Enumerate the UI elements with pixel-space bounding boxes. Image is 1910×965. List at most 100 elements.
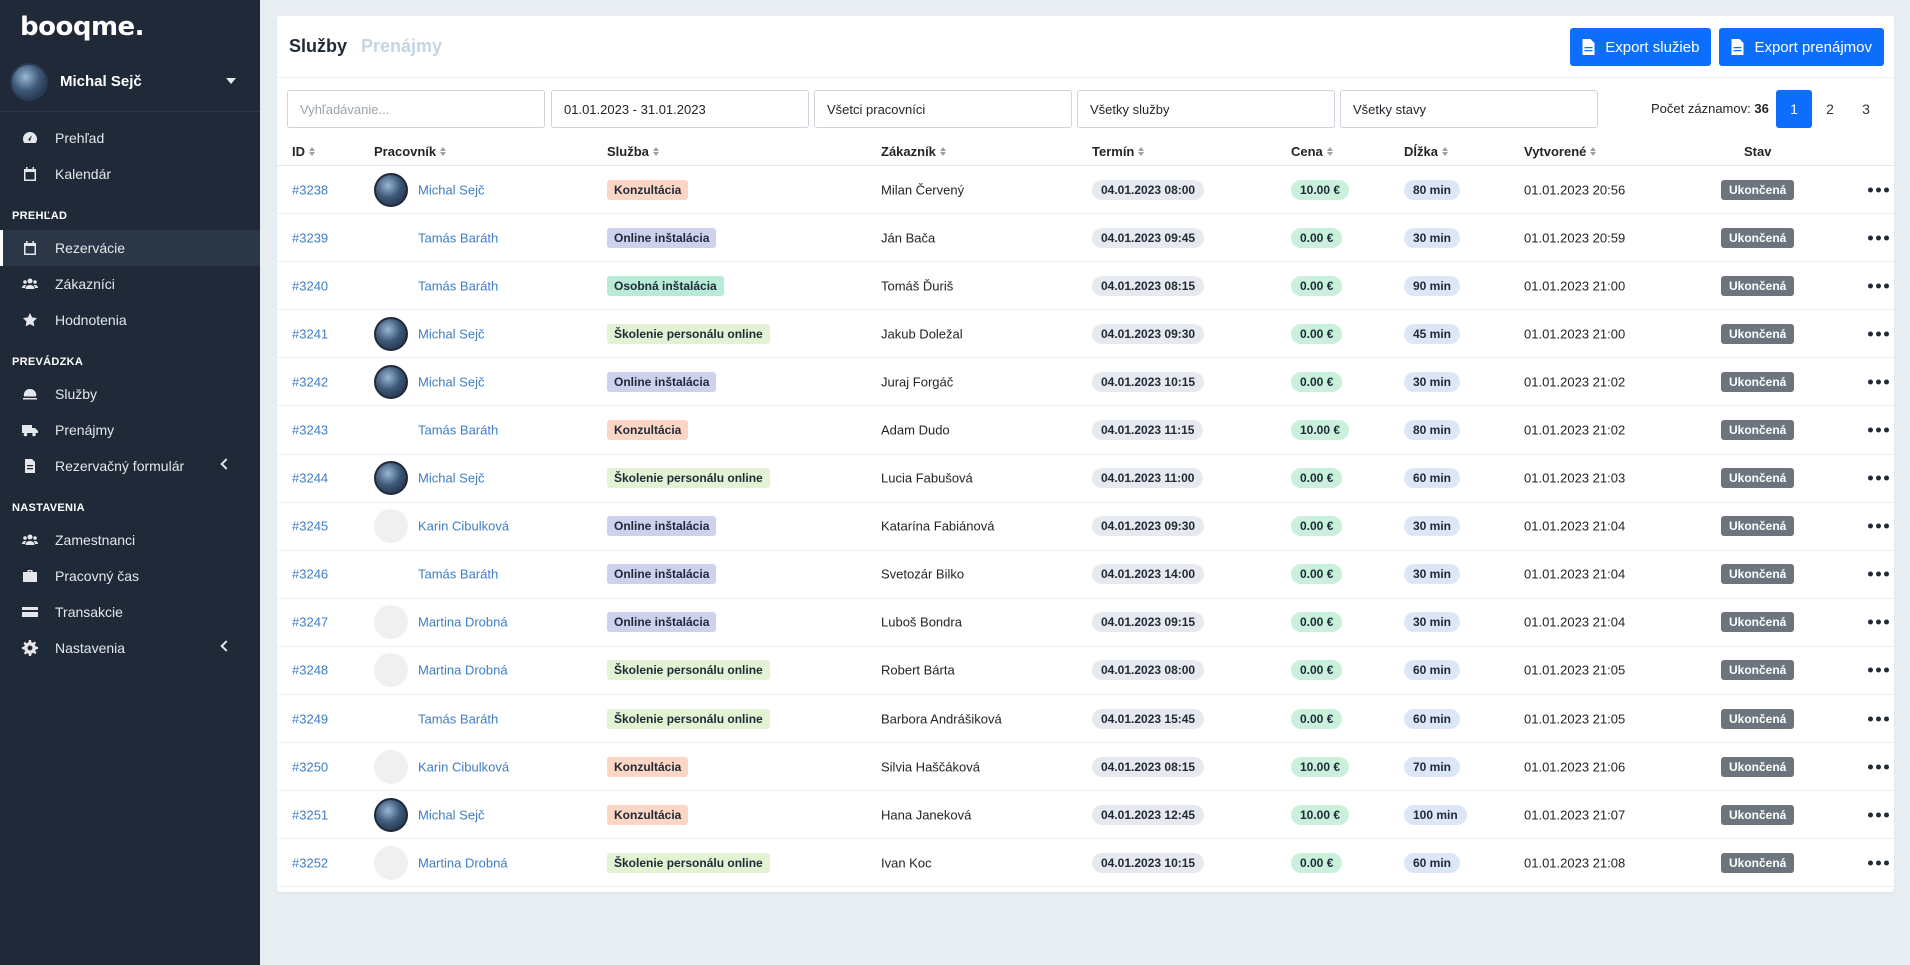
more-actions-icon[interactable] xyxy=(1868,283,1889,289)
status-badge: Ukončená xyxy=(1721,516,1795,537)
more-actions-icon[interactable] xyxy=(1868,427,1889,433)
reservation-id-link[interactable]: #3247 xyxy=(292,615,328,630)
table-row[interactable]: #3241 Michal Sejč Školenie personálu onlin… xyxy=(277,310,1894,359)
table-row[interactable]: #3247 Martina Drobná Online inštalácia Lubo… xyxy=(277,599,1894,647)
page-1[interactable]: 1 xyxy=(1776,90,1812,128)
table-row[interactable]: #3248 Martina Drobná Školenie personálu on… xyxy=(277,647,1894,696)
reservation-id-link[interactable]: #3244 xyxy=(292,471,328,486)
sidebar-item-prenajmy[interactable]: Prenájmy xyxy=(0,412,260,448)
sidebar-item-sluzby[interactable]: Služby xyxy=(0,376,260,412)
sidebar-item-prehlad[interactable]: Prehľad xyxy=(0,120,260,156)
table-row[interactable]: #3250 Karin Cibulková Konzultácia Silvia Ha… xyxy=(277,743,1894,792)
tab-sluzby[interactable]: Služby xyxy=(289,36,347,57)
more-actions-icon[interactable] xyxy=(1868,523,1889,529)
worker-link[interactable]: Tamás Baráth xyxy=(418,423,498,438)
reservation-id-link[interactable]: #3243 xyxy=(292,423,328,438)
reservation-id-link[interactable]: #3242 xyxy=(292,374,328,389)
more-actions-icon[interactable] xyxy=(1868,716,1889,722)
reservation-id-link[interactable]: #3239 xyxy=(292,230,328,245)
table-row[interactable]: #3252 Martina Drobná Školenie personálu on… xyxy=(277,839,1894,888)
worker-link[interactable]: Tamás Baráth xyxy=(418,567,498,582)
worker-link[interactable]: Karin Cibulková xyxy=(418,759,509,774)
table-row[interactable]: #3249 Tamás Baráth Školenie personálu onli… xyxy=(277,695,1894,744)
worker-link[interactable]: Michal Sejč xyxy=(418,807,484,822)
sidebar-item-zakaznici[interactable]: Zákazníci xyxy=(0,266,260,302)
date-range-input[interactable]: 01.01.2023 - 31.01.2023 xyxy=(551,90,809,128)
term-badge: 04.01.2023 12:45 xyxy=(1092,804,1205,825)
sidebar-item-hodnotenia[interactable]: Hodnotenia xyxy=(0,302,260,338)
sidebar-item-pracovny-cas[interactable]: Pracovný čas xyxy=(0,558,260,594)
column-worker[interactable]: Pracovník xyxy=(374,144,447,159)
more-actions-icon[interactable] xyxy=(1868,475,1889,481)
reservation-id-link[interactable]: #3251 xyxy=(292,807,328,822)
page-3[interactable]: 3 xyxy=(1848,90,1884,128)
column-length[interactable]: Dĺžka xyxy=(1404,144,1448,159)
table-row[interactable]: #3238 Michal Sejč Konzultácia Milan Červený… xyxy=(277,166,1894,215)
reservation-id-link[interactable]: #3250 xyxy=(292,759,328,774)
column-term[interactable]: Termín xyxy=(1092,144,1145,159)
more-actions-icon[interactable] xyxy=(1868,571,1889,577)
column-price[interactable]: Cena xyxy=(1291,144,1333,159)
sidebar-item-rezervacny-formular[interactable]: Rezervačný formulár xyxy=(0,448,260,484)
column-customer[interactable]: Zákazník xyxy=(881,144,946,159)
export-services-button[interactable]: Export služieb xyxy=(1570,28,1712,66)
worker-link[interactable]: Martina Drobná xyxy=(418,615,508,630)
worker-link[interactable]: Karin Cibulková xyxy=(418,519,509,534)
table-row[interactable]: #3239 Tamás Baráth Online inštalácia Ján Ba… xyxy=(277,214,1894,263)
user-menu[interactable]: Michal Sejč xyxy=(0,52,260,112)
services-select[interactable]: Všetky služby xyxy=(1077,90,1335,128)
export-rentals-button[interactable]: Export prenájmov xyxy=(1719,28,1884,66)
sidebar-item-nastavenia[interactable]: Nastavenia xyxy=(0,630,260,666)
status-badge: Ukončená xyxy=(1721,468,1795,489)
table-row[interactable]: #3246 Tamás Baráth Online inštalácia Svetoz… xyxy=(277,551,1894,599)
more-actions-icon[interactable] xyxy=(1868,619,1889,625)
reservation-id-link[interactable]: #3246 xyxy=(292,567,328,582)
worker-link[interactable]: Michal Sejč xyxy=(418,374,484,389)
reservation-id-link[interactable]: #3249 xyxy=(292,711,328,726)
more-actions-icon[interactable] xyxy=(1868,187,1889,193)
reservation-id-link[interactable]: #3252 xyxy=(292,855,328,870)
reservation-id-link[interactable]: #3245 xyxy=(292,519,328,534)
worker-link[interactable]: Tamás Baráth xyxy=(418,711,498,726)
more-actions-icon[interactable] xyxy=(1868,812,1889,818)
table-row[interactable]: #3244 Michal Sejč Školenie personálu onlin… xyxy=(277,455,1894,503)
more-actions-icon[interactable] xyxy=(1868,235,1889,241)
reservation-id-link[interactable]: #3248 xyxy=(292,663,328,678)
sidebar-item-rezervacie[interactable]: Rezervácie xyxy=(0,230,260,266)
sidebar-item-kalendar[interactable]: Kalendár xyxy=(0,156,260,192)
states-select[interactable]: Všetky stavy xyxy=(1340,90,1598,128)
column-service[interactable]: Služba xyxy=(607,144,659,159)
worker-link[interactable]: Michal Sejč xyxy=(418,326,484,341)
search-input[interactable] xyxy=(300,101,532,117)
column-created[interactable]: Vytvorené xyxy=(1524,144,1597,159)
worker-link[interactable]: Tamás Baráth xyxy=(418,230,498,245)
more-actions-icon[interactable] xyxy=(1868,860,1889,866)
table-row[interactable]: #3251 Michal Sejč Konzultácia Hana Janeková… xyxy=(277,791,1894,840)
price-badge: 0.00 € xyxy=(1291,852,1343,873)
created-date: 01.01.2023 21:00 xyxy=(1524,326,1626,342)
worker-link[interactable]: Michal Sejč xyxy=(418,471,484,486)
more-actions-icon[interactable] xyxy=(1868,764,1889,770)
reservation-id-link[interactable]: #3238 xyxy=(292,182,328,197)
table-row[interactable]: #3240 Tamás Baráth Osobná inštalácia Tomáš … xyxy=(277,262,1894,311)
workers-select[interactable]: Všetci pracovníci xyxy=(814,90,1072,128)
sidebar-item-zamestnanci[interactable]: Zamestnanci xyxy=(0,522,260,558)
tab-prenajmy[interactable]: Prenájmy xyxy=(361,36,442,57)
reservation-id-link[interactable]: #3240 xyxy=(292,278,328,293)
more-actions-icon[interactable] xyxy=(1868,331,1889,337)
worker-link[interactable]: Tamás Baráth xyxy=(418,278,498,293)
worker-link[interactable]: Martina Drobná xyxy=(418,663,508,678)
column-id[interactable]: ID xyxy=(292,144,315,159)
worker-link[interactable]: Martina Drobná xyxy=(418,855,508,870)
table-row[interactable]: #3243 Tamás Baráth Konzultácia Adam Dudo 04.… xyxy=(277,406,1894,455)
table-row[interactable]: #3242 Michal Sejč Online inštalácia Juraj F… xyxy=(277,358,1894,407)
reservation-id-link[interactable]: #3241 xyxy=(292,326,328,341)
page-2[interactable]: 2 xyxy=(1812,90,1848,128)
status-badge: Ukončená xyxy=(1721,564,1795,585)
worker-link[interactable]: Michal Sejč xyxy=(418,182,484,197)
more-actions-icon[interactable] xyxy=(1868,667,1889,673)
more-actions-icon[interactable] xyxy=(1868,379,1889,385)
table-row[interactable]: #3245 Karin Cibulková Online inštalácia Kat… xyxy=(277,503,1894,551)
app-logo[interactable]: booqme. xyxy=(0,0,260,52)
sidebar-item-transakcie[interactable]: Transakcie xyxy=(0,594,260,630)
